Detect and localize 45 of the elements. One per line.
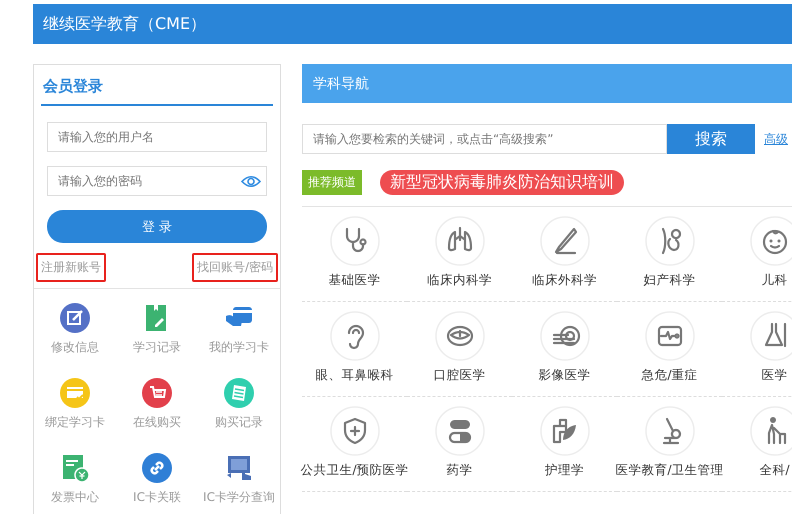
capsule-icon[interactable] [434, 406, 484, 456]
heart-monitor-icon[interactable] [644, 311, 694, 361]
flask-icon[interactable] [750, 311, 792, 361]
category-link[interactable]: 儿科 [762, 272, 788, 289]
search-button[interactable]: 搜索 [667, 124, 755, 154]
cross-leaf-icon[interactable] [540, 406, 590, 456]
category-link[interactable]: 妇产科学 [644, 272, 696, 289]
card-check-icon[interactable] [60, 378, 90, 408]
eye-icon[interactable] [241, 175, 261, 188]
category-link[interactable]: 眼、耳鼻喉科 [316, 367, 394, 384]
category-link[interactable]: 公共卫生/预防医学 [300, 462, 409, 479]
category-link[interactable]: 全科/ [759, 462, 790, 479]
username-field[interactable]: 请输入您的用户名 [47, 122, 267, 152]
invoice-icon[interactable] [60, 453, 90, 483]
category-link[interactable]: 口腔医学 [434, 367, 486, 384]
link-icon[interactable] [142, 453, 172, 483]
advanced-search-link[interactable]: 高级 [764, 130, 788, 148]
login-title: 会员登录 [41, 65, 273, 106]
login-button[interactable]: 登 录 [47, 210, 267, 243]
site-title: 继续医学教育（CME） [43, 14, 206, 34]
baby-face-icon[interactable] [750, 216, 792, 266]
category-link[interactable]: 临床内科学 [427, 272, 492, 289]
banner-link[interactable]: 新型冠状病毒肺炎防治知识培训 [380, 170, 624, 195]
category-link[interactable]: 基础医学 [328, 272, 380, 289]
section-title: 学科导航 [313, 74, 369, 92]
scalpel-icon[interactable] [540, 216, 590, 266]
category-link[interactable]: 医学 [762, 367, 788, 384]
category-link[interactable]: 急危/重症 [641, 367, 698, 384]
shield-cross-icon[interactable] [330, 406, 380, 456]
password-field[interactable]: 请输入您的密码 [47, 166, 267, 196]
edit-icon[interactable] [60, 303, 90, 333]
category-link[interactable]: 药学 [446, 462, 472, 479]
recommend-tag: 推荐频道 [302, 170, 362, 195]
elderly-person-icon[interactable] [750, 406, 792, 456]
category-link[interactable]: 临床外科学 [532, 272, 597, 289]
cart-icon[interactable] [142, 378, 172, 408]
search-field[interactable]: 请输入您要检索的关键词，或点击“高级搜索” [302, 124, 667, 154]
stethoscope-icon[interactable] [330, 216, 380, 266]
lungs-icon[interactable] [434, 216, 484, 266]
category-link[interactable]: 影像医学 [538, 367, 590, 384]
scanner-icon[interactable] [540, 311, 590, 361]
category-link[interactable]: 医学教育/卫生管理 [615, 462, 724, 479]
pregnant-woman-icon[interactable] [644, 216, 694, 266]
category-link[interactable]: 护理学 [545, 462, 584, 479]
ear-icon[interactable] [330, 311, 380, 361]
